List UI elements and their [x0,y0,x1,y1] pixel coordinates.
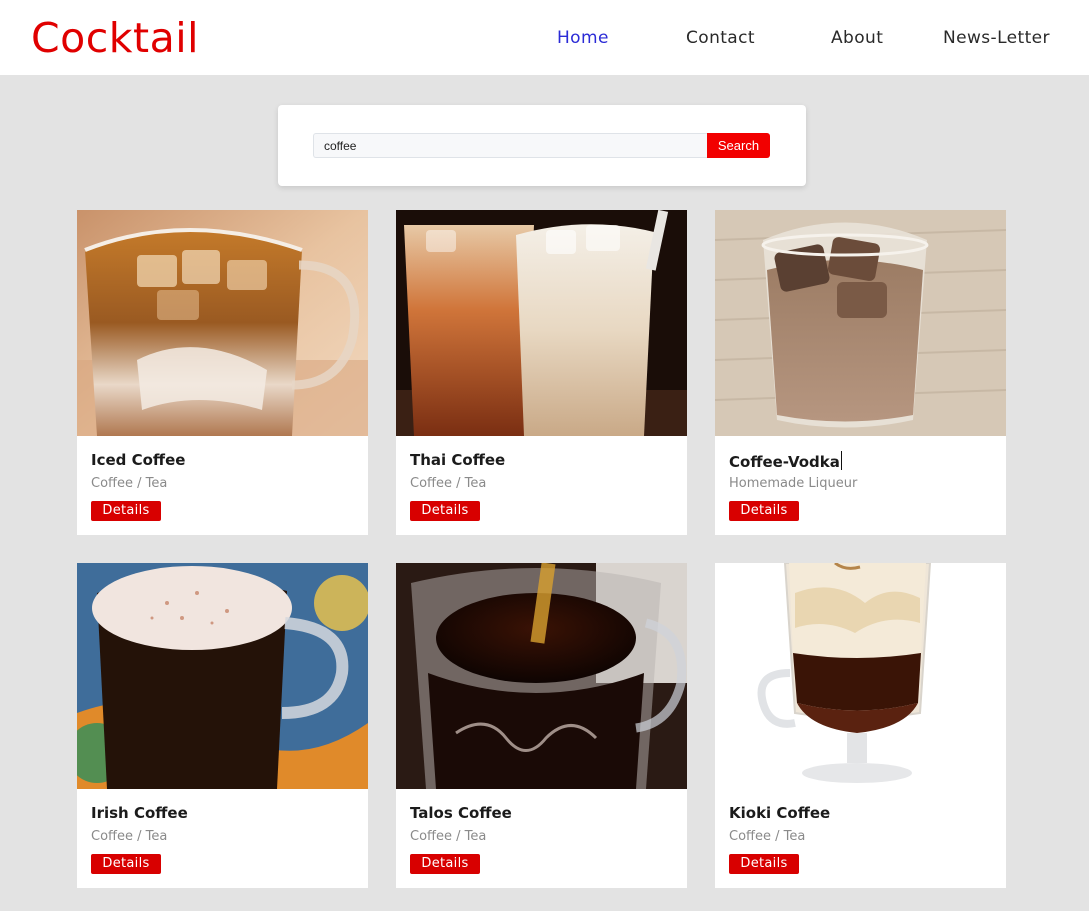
drink-name: Thai Coffee [410,451,506,469]
drink-category: Coffee / Tea [91,829,168,844]
drink-image-talos-coffee [396,563,687,789]
details-button[interactable]: Details [410,854,480,874]
drink-card: Iced Coffee Coffee / Tea Details [77,210,368,535]
drink-image-kioki-coffee [715,563,1006,789]
drink-card: Thai Coffee Coffee / Tea Details [396,210,687,535]
drink-card: Irish Coffee Coffee / Tea Details [77,563,368,888]
drink-category: Homemade Liqueur [729,476,858,491]
drink-image-thai-coffee [396,210,687,436]
search-button[interactable]: Search [707,133,770,158]
drink-category: Coffee / Tea [410,829,487,844]
details-button[interactable]: Details [91,501,161,521]
search-input[interactable] [313,133,708,158]
drink-name: Talos Coffee [410,804,512,822]
drink-category: Coffee / Tea [729,829,806,844]
drink-name: Coffee-Vodka [729,451,842,471]
search-panel: Search [278,105,806,186]
text-caret [840,451,842,470]
nav-about[interactable]: About [831,28,883,48]
details-button[interactable]: Details [729,854,799,874]
drink-image-iced-coffee [77,210,368,436]
nav-newsletter[interactable]: News-Letter [943,28,1050,48]
drink-name: Irish Coffee [91,804,188,822]
drink-name: Kioki Coffee [729,804,831,822]
details-button[interactable]: Details [729,501,799,521]
nav-home[interactable]: Home [557,28,609,48]
nav-contact[interactable]: Contact [686,28,755,48]
drink-category: Coffee / Tea [91,476,168,491]
drink-card: Talos Coffee Coffee / Tea Details [396,563,687,888]
navbar: Cocktail Home Contact About News-Letter [0,0,1089,75]
brand-logo[interactable]: Cocktail [31,14,199,62]
drink-name: Iced Coffee [91,451,186,469]
drink-card: Coffee-Vodka Homemade Liqueur Details [715,210,1006,535]
drink-category: Coffee / Tea [410,476,487,491]
drink-image-irish-coffee [77,563,368,789]
drink-image-coffee-vodka [715,210,1006,436]
details-button[interactable]: Details [410,501,480,521]
details-button[interactable]: Details [91,854,161,874]
drink-card: Kioki Coffee Coffee / Tea Details [715,563,1006,888]
